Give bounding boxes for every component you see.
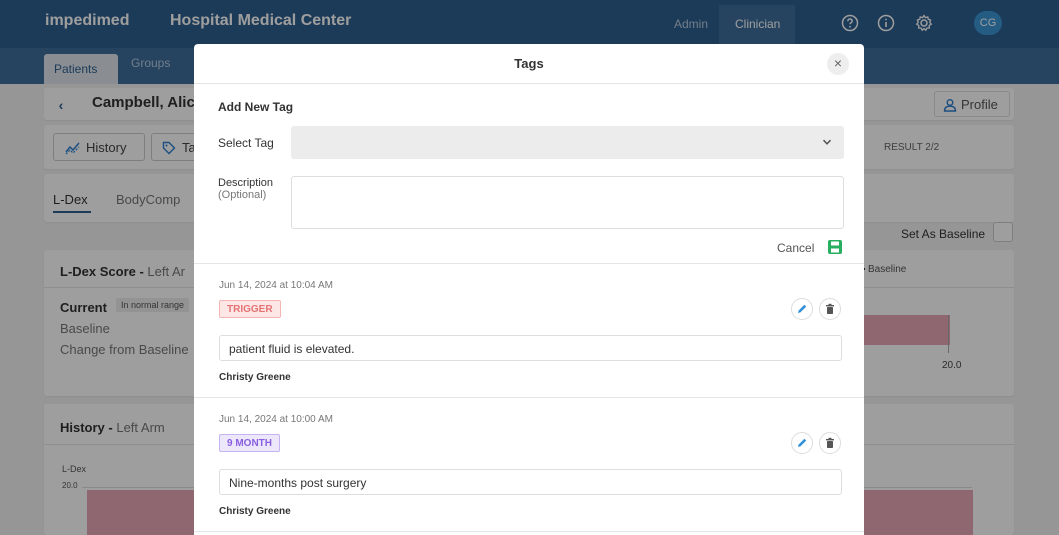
tag-author: Christy Greene bbox=[219, 506, 291, 517]
description-textarea[interactable] bbox=[291, 176, 844, 229]
description-optional-label: (Optional) bbox=[218, 189, 267, 201]
trash-icon bbox=[826, 437, 834, 448]
delete-button[interactable] bbox=[819, 432, 841, 454]
tag-description: Nine-months post surgery bbox=[219, 469, 842, 495]
tag-author: Christy Greene bbox=[219, 372, 291, 383]
edit-button[interactable] bbox=[791, 432, 813, 454]
add-tag-heading: Add New Tag bbox=[218, 100, 294, 114]
tag-badge: 9 MONTH bbox=[219, 434, 280, 452]
close-button[interactable]: × bbox=[827, 53, 849, 75]
tag-date: Jun 14, 2024 at 10:04 AM bbox=[219, 280, 333, 291]
modal-title: Tags bbox=[514, 56, 544, 71]
pencil-icon bbox=[798, 304, 807, 313]
select-tag-label: Select Tag bbox=[218, 136, 274, 150]
tags-modal: Tags × Add New Tag Select Tag Descriptio… bbox=[194, 44, 864, 535]
pencil-icon bbox=[798, 438, 807, 447]
chevron-down-icon bbox=[822, 139, 832, 145]
edit-button[interactable] bbox=[791, 298, 813, 320]
select-tag-dropdown[interactable] bbox=[291, 126, 844, 159]
trash-icon bbox=[826, 303, 834, 314]
tag-date: Jun 14, 2024 at 10:00 AM bbox=[219, 414, 333, 425]
save-icon[interactable] bbox=[827, 239, 843, 255]
modal-header: Tags × bbox=[194, 44, 864, 84]
divider bbox=[194, 397, 864, 398]
delete-button[interactable] bbox=[819, 298, 841, 320]
cancel-button[interactable]: Cancel bbox=[777, 241, 814, 255]
description-label: Description bbox=[218, 177, 274, 189]
tag-description: patient fluid is elevated. bbox=[219, 335, 842, 361]
divider bbox=[194, 531, 864, 532]
divider bbox=[194, 263, 864, 264]
tag-badge: TRIGGER bbox=[219, 300, 281, 318]
